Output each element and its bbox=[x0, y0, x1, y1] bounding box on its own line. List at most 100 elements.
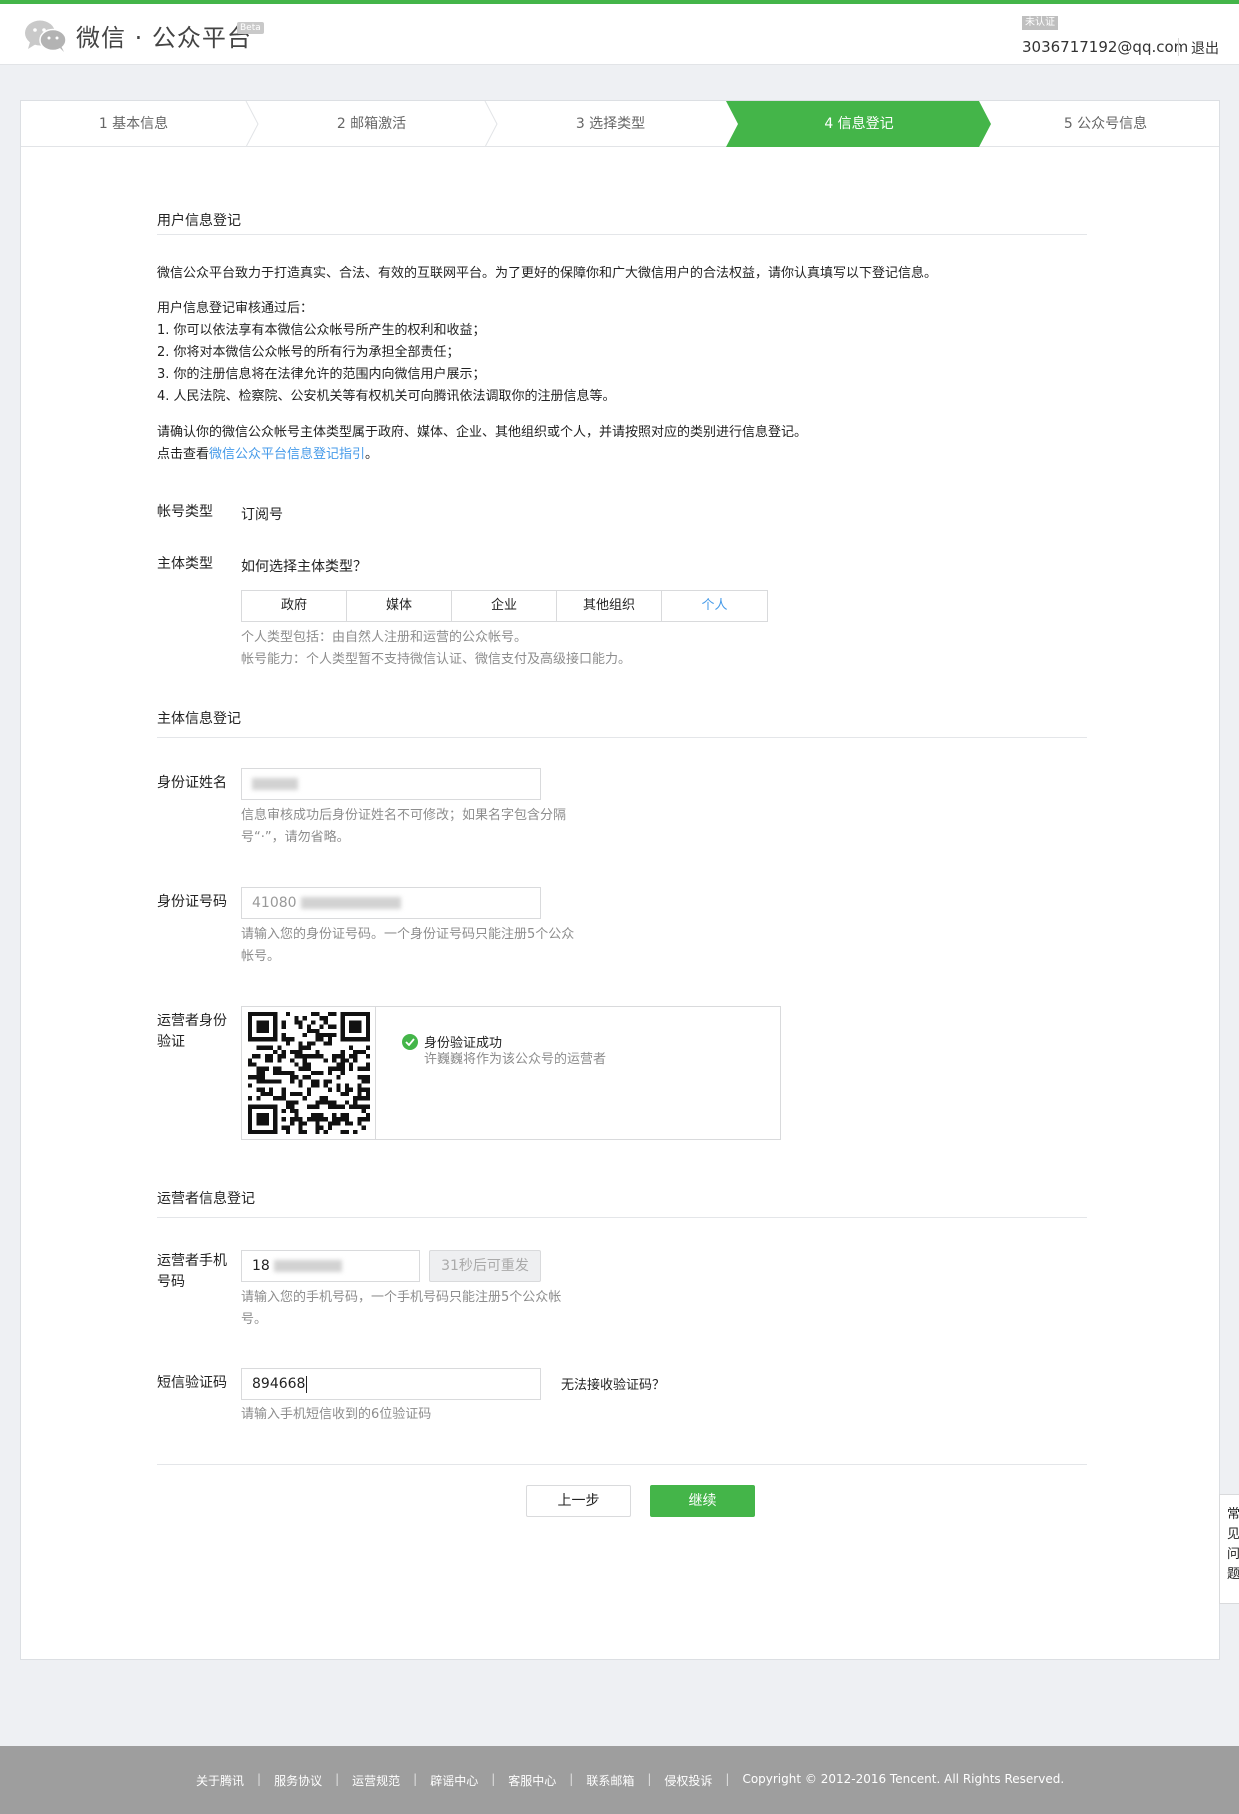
footer-separator: | bbox=[413, 1772, 418, 1786]
footer-separator: | bbox=[569, 1772, 574, 1786]
beta-badge: Beta bbox=[237, 22, 264, 34]
footer-link-rumor-center[interactable]: 辟谣中心 bbox=[430, 1772, 478, 1789]
actions-divider bbox=[157, 1464, 1087, 1465]
subject-info-title: 主体信息登记 bbox=[157, 711, 241, 727]
subject-option-other-org[interactable]: 其他组织 bbox=[557, 591, 662, 621]
sms-code-value: 894668 bbox=[252, 1376, 306, 1392]
faq-float-tab[interactable]: 常 见 问 题 bbox=[1219, 1494, 1239, 1604]
footer-link-support[interactable]: 客服中心 bbox=[508, 1772, 556, 1789]
step-progress: 1 基本信息 2 邮箱激活 3 选择类型 4 信息登记 5 公众号信息 bbox=[21, 101, 1219, 147]
wechat-logo-icon bbox=[25, 20, 67, 52]
unverified-badge: 未认证 bbox=[1022, 16, 1058, 30]
continue-button[interactable]: 继续 bbox=[650, 1485, 755, 1517]
subject-type-tip-1: 个人类型包括：由自然人注册和运营的公众帐号。 bbox=[241, 630, 528, 645]
rights-item-3: 3. 你的注册信息将在法律允许的范围内向微信用户展示； bbox=[157, 367, 486, 382]
subject-option-government[interactable]: 政府 bbox=[242, 591, 347, 621]
id-name-label: 身份证姓名 bbox=[157, 775, 227, 791]
account-type-value: 订阅号 bbox=[241, 507, 283, 523]
faq-char-1: 常 bbox=[1227, 1507, 1239, 1522]
qr-code-cell bbox=[242, 1007, 376, 1139]
step-2: 2 邮箱激活 bbox=[336, 116, 407, 132]
footer-separator: | bbox=[257, 1772, 262, 1786]
operator-verify-label-line2: 验证 bbox=[157, 1034, 185, 1050]
guide-line: 点击查看微信公众平台信息登记指引。 bbox=[157, 444, 378, 466]
header: 微信 · 公众平台 Beta 未认证 3036717192@qq.com 退出 bbox=[0, 4, 1239, 65]
sms-code-input[interactable]: 894668 bbox=[241, 1368, 541, 1400]
subject-type-tip-2: 帐号能力：个人类型暂不支持微信认证、微信支付及高级接口能力。 bbox=[241, 652, 632, 667]
logout-link[interactable]: 退出 bbox=[1191, 38, 1219, 58]
redacted-id-number bbox=[301, 897, 401, 909]
section-divider bbox=[157, 234, 1087, 235]
footer-link-about[interactable]: 关于腾讯 bbox=[196, 1772, 244, 1789]
logo-text: 微信 · 公众平台 bbox=[76, 24, 252, 52]
phone-label-line2: 号码 bbox=[157, 1274, 185, 1290]
step-separator-icon bbox=[484, 101, 498, 147]
footer-link-rules[interactable]: 运营规范 bbox=[352, 1772, 400, 1789]
id-name-tip-1: 信息审核成功后身份证姓名不可修改；如果名字包含分隔 bbox=[241, 808, 567, 823]
subject-type-help-link[interactable]: 如何选择主体类型？ bbox=[241, 556, 367, 576]
operator-info-title: 运营者信息登记 bbox=[157, 1191, 255, 1207]
user-info-title: 用户信息登记 bbox=[157, 213, 241, 229]
footer-separator: | bbox=[647, 1772, 652, 1786]
operator-verify-label-line1: 运营者身份 bbox=[157, 1013, 227, 1029]
subject-type-selector: 政府 媒体 企业 其他组织 个人 bbox=[241, 590, 768, 622]
section-divider bbox=[157, 737, 1087, 738]
id-number-prefix: 41080 bbox=[252, 895, 297, 911]
phone-prefix: 18 bbox=[252, 1258, 270, 1274]
redacted-phone bbox=[274, 1260, 343, 1272]
subject-option-media[interactable]: 媒体 bbox=[347, 591, 452, 621]
sms-help-link[interactable]: 无法接收验证码？ bbox=[561, 1374, 665, 1393]
id-number-label: 身份证号码 bbox=[157, 894, 227, 910]
account-type-label: 帐号类型 bbox=[157, 504, 213, 520]
footer-link-agreement[interactable]: 服务协议 bbox=[274, 1772, 322, 1789]
rights-item-2: 2. 你将对本微信公众帐号的所有行为承担全部责任； bbox=[157, 345, 460, 360]
footer: 关于腾讯 | 服务协议 | 运营规范 | 辟谣中心 | 客服中心 | 联系邮箱 | 侵权投诉… bbox=[0, 1746, 1239, 1814]
subject-type-label: 主体类型 bbox=[157, 556, 213, 572]
id-number-tip-1: 请输入您的身份证号码。一个身份证号码只能注册5个公众 bbox=[241, 927, 575, 942]
faq-char-3: 问 bbox=[1227, 1547, 1239, 1562]
operator-verify-label: 运营者身份 验证 bbox=[157, 1011, 227, 1053]
phone-label-line1: 运营者手机 bbox=[157, 1253, 227, 1269]
footer-links: 关于腾讯 | 服务协议 | 运营规范 | 辟谣中心 | 客服中心 | 联系邮箱 | 侵权投诉… bbox=[196, 1772, 1064, 1789]
step-separator-icon bbox=[245, 101, 259, 147]
footer-link-infringement[interactable]: 侵权投诉 bbox=[664, 1772, 712, 1789]
logo[interactable]: 微信 · 公众平台 bbox=[24, 18, 252, 53]
phone-tip-1: 请输入您的手机号码，一个手机号码只能注册5个公众帐 bbox=[241, 1290, 562, 1305]
registration-guide-link[interactable]: 微信公众平台信息登记指引 bbox=[209, 447, 365, 462]
footer-separator: | bbox=[725, 1772, 730, 1786]
step-1: 1 基本信息 bbox=[98, 116, 169, 132]
id-number-tip-2: 帐号。 bbox=[241, 949, 281, 964]
id-number-input[interactable]: 41080 bbox=[241, 887, 541, 919]
faq-char-4: 题 bbox=[1227, 1567, 1239, 1582]
step-5: 5 公众号信息 bbox=[1063, 116, 1148, 132]
qr-code-icon[interactable] bbox=[248, 1012, 370, 1134]
after-approval-title: 用户信息登记审核通过后： bbox=[157, 301, 314, 316]
footer-separator: | bbox=[335, 1772, 340, 1786]
operator-verify-box: 身份验证成功 许巍巍将作为该公众号的运营者 bbox=[241, 1006, 781, 1140]
section-divider bbox=[157, 1217, 1087, 1218]
confirm-text: 请确认你的微信公众帐号主体类型属于政府、媒体、企业、其他组织或个人，并请按照对应… bbox=[157, 425, 808, 440]
footer-separator: | bbox=[491, 1772, 496, 1786]
success-check-icon bbox=[402, 1034, 418, 1050]
text-cursor bbox=[306, 1375, 308, 1393]
registration-panel: 1 基本信息 2 邮箱激活 3 选择类型 4 信息登记 5 公众号信息 用户信息… bbox=[20, 100, 1220, 1660]
rights-item-4: 4. 人民法院、检察院、公安机关等有权机关可向腾讯依法调取你的注册信息等。 bbox=[157, 389, 616, 404]
rights-item-1: 1. 你可以依法享有本微信公众帐号所产生的权利和收益； bbox=[157, 323, 486, 338]
resend-code-button[interactable]: 31秒后可重发 bbox=[429, 1250, 541, 1282]
step-4-active: 4 信息登记 bbox=[726, 101, 991, 147]
redacted-name bbox=[252, 778, 298, 790]
id-name-input[interactable] bbox=[241, 768, 541, 800]
header-divider bbox=[1178, 38, 1179, 56]
id-name-tip-2: 号“·”，请勿省略。 bbox=[241, 830, 350, 845]
guide-suffix: 。 bbox=[365, 447, 379, 462]
subject-option-individual[interactable]: 个人 bbox=[662, 591, 767, 621]
faq-char-2: 见 bbox=[1227, 1527, 1239, 1542]
account-email[interactable]: 3036717192@qq.com bbox=[1022, 38, 1188, 56]
prev-step-button[interactable]: 上一步 bbox=[526, 1485, 631, 1517]
phone-label: 运营者手机 号码 bbox=[157, 1251, 227, 1293]
footer-link-email[interactable]: 联系邮箱 bbox=[586, 1772, 634, 1789]
phone-input[interactable]: 18 bbox=[241, 1250, 420, 1282]
subject-option-enterprise[interactable]: 企业 bbox=[452, 591, 557, 621]
guide-prefix: 点击查看 bbox=[157, 447, 210, 462]
step-3: 3 选择类型 bbox=[575, 116, 646, 132]
